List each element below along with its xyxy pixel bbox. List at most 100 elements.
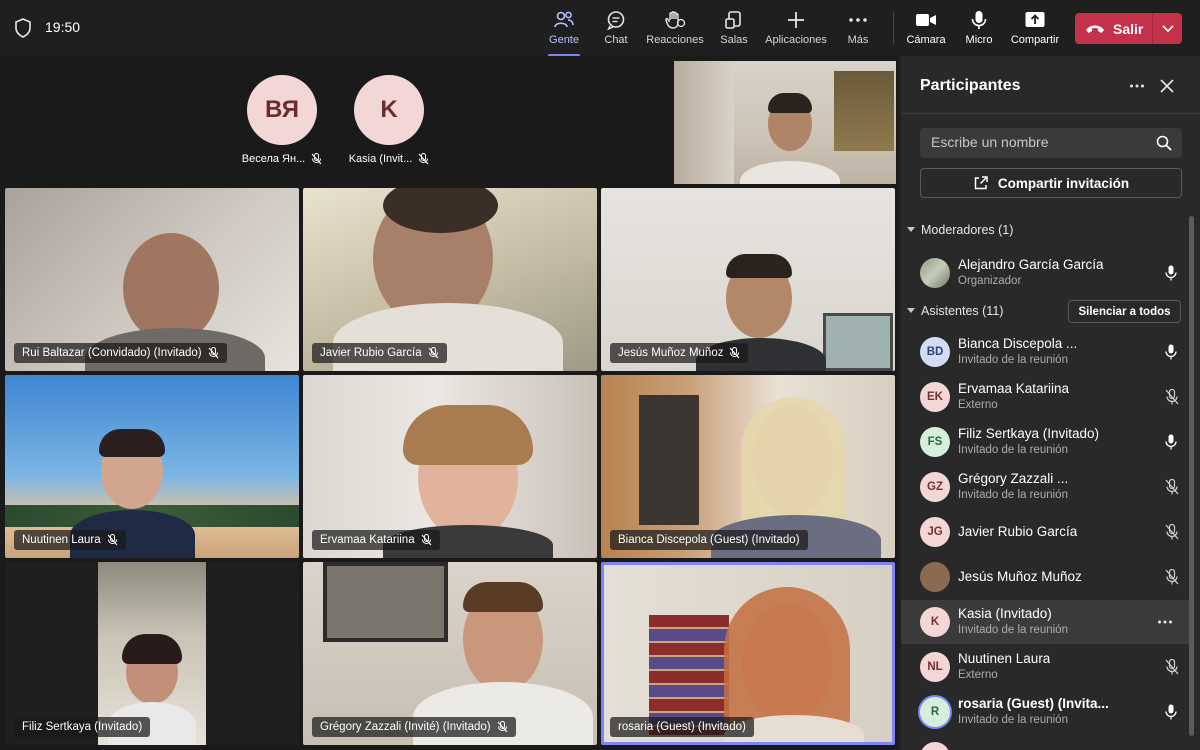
participant-name: Kasia (Invitado) [958,606,1052,621]
video-tile-active-speaker[interactable]: rosaria (Guest) (Invitado) [601,562,895,745]
video-tile[interactable]: Rui Baltazar (Convidado) (Invitado) [5,188,299,371]
participant-label: Jesús Muñoz Muñoz [610,343,749,363]
participant-row[interactable]: GZ Grégory Zazzali ... Invitado de la reun… [901,465,1190,509]
participant-name: Alejandro García García [958,257,1104,272]
reactions-button[interactable]: Reacciones [646,6,704,54]
avatar: R [920,697,950,727]
participant-name: Jesús Muñoz Muñoz [618,347,724,359]
mic-off-icon[interactable] [1165,524,1179,540]
video-tile[interactable]: Grégory Zazzali (Invité) (Invitado) [303,562,597,745]
share-screen-button[interactable]: Compartir [1009,6,1061,54]
rooms-icon [725,11,741,29]
participant-role: Externo [958,669,998,681]
mic-off-icon [428,347,439,359]
participant-role: Invitado de la reunión [958,714,1068,726]
participant-row[interactable]: NL Nuutinen Laura Externo [901,645,1190,689]
mic-off-icon [311,153,322,165]
avatar: NL [920,652,950,682]
video-tile[interactable]: Nuutinen Laura [5,375,299,558]
participant-name: Kasia (Invit... [348,153,413,165]
attendees-section-toggle[interactable]: Asistentes (11) [907,304,1003,318]
audio-participant[interactable]: K Kasia (Invit... [344,75,434,165]
leave-options-button[interactable] [1153,13,1182,44]
more-options-icon[interactable] [1157,614,1173,630]
participant-name: Filiz Sertkaya (Invitado) [22,721,143,733]
caret-down-icon [907,308,915,313]
participant-role: Externo [958,399,998,411]
background-map [823,313,893,371]
leave-button[interactable]: Salir [1075,13,1152,44]
chevron-down-icon [1161,24,1174,32]
participant-label: Bianca Discepola (Guest) (Invitado) [610,530,808,550]
video-tile[interactable]: Filiz Sertkaya (Invitado) [5,562,299,745]
participant-label: Filiz Sertkaya (Invitado) [14,717,151,737]
scrollbar[interactable] [1189,216,1194,736]
video-stage: ВЯ Весела Ян... K Kasia (Invit... Rui Ba… [0,56,898,750]
participant-row[interactable]: BD Bianca Discepola ... Invitado de la reu… [901,330,1190,374]
participant-name: Javier Rubio García [958,524,1078,539]
self-view-video[interactable] [674,61,896,184]
participant-name: Bianca Discepola ... [958,336,1078,351]
participant-name: Jesús Muñoz Muñoz [958,569,1082,584]
mic-off-icon[interactable] [1165,659,1179,675]
reactions-label: Reacciones [646,34,704,46]
mic-icon[interactable] [1165,704,1177,720]
participant-row[interactable]: FS Filiz Sertkaya (Invitado) Invitado de l… [901,420,1190,464]
background-picture [834,71,894,151]
caret-down-icon [907,227,915,232]
person-hair [463,582,543,612]
people-label: Gente [549,34,579,46]
avatar: BD [920,337,950,367]
avatar: ВЯ [247,75,317,145]
apps-button[interactable]: Aplicaciones [764,6,828,54]
person-body [740,161,840,184]
mute-all-button[interactable]: Silenciar a todos [1068,300,1181,323]
video-tile[interactable]: Ervamaa Katariina [303,375,597,558]
camera-button[interactable]: Cámara [906,6,946,54]
mic-icon[interactable] [1165,344,1177,360]
participant-row[interactable]: Jesús Muñoz Muñoz [901,555,1190,599]
participant-label: Grégory Zazzali (Invité) (Invitado) [312,717,516,737]
avatar: GZ [920,472,950,502]
shield-icon [15,18,31,38]
close-icon[interactable] [1159,78,1175,94]
video-tile[interactable]: Javier Rubio García [303,188,597,371]
video-tile[interactable]: Bianca Discepola (Guest) (Invitado) [601,375,895,558]
search-input[interactable] [931,134,1151,150]
avatar [920,742,950,750]
chat-button[interactable]: Chat [602,6,630,54]
share-invite-label: Compartir invitación [997,175,1130,191]
participant-row[interactable]: Alejandro García García Organizador [901,251,1190,295]
more-options-icon[interactable] [1129,78,1145,94]
participant-row[interactable]: JG Javier Rubio García [901,510,1190,554]
participant-row[interactable]: Rui Baltazar (Convidado) (In... [901,735,1190,750]
mic-icon[interactable] [1165,434,1177,450]
people-button[interactable]: Gente [548,6,580,57]
mic-off-icon[interactable] [1165,569,1179,585]
reactions-icon [665,11,686,29]
participant-row[interactable]: EK Ervamaa Katariina Externo [901,375,1190,419]
person-hair [726,254,792,278]
mic-off-icon[interactable] [1165,389,1179,405]
participant-name: Весела Ян... [241,153,306,165]
mic-icon[interactable] [1165,265,1177,281]
moderators-section-toggle[interactable]: Moderadores (1) [907,223,1013,237]
more-icon [849,18,867,22]
mic-off-icon [208,347,219,359]
participant-name: Ervamaa Katariina [320,534,415,546]
more-button[interactable]: Más [845,6,871,54]
share-invite-button[interactable]: Compartir invitación [920,168,1182,198]
mic-off-icon [730,347,740,359]
audio-participant[interactable]: ВЯ Весела Ян... [237,75,327,165]
apps-label: Aplicaciones [765,34,827,46]
leave-control: Salir [1075,13,1182,44]
participant-row[interactable]: Rrosaria (Guest) (Invita... Invitado de l… [901,690,1190,734]
video-tile[interactable]: Jesús Muñoz Muñoz [601,188,895,371]
rooms-button[interactable]: Salas [719,6,749,54]
mic-button[interactable]: Micro [964,6,994,54]
avatar: FS [920,427,950,457]
participant-row[interactable]: K Kasia (Invitado) Invitado de la reunión [901,600,1190,644]
mic-off-icon[interactable] [1165,479,1179,495]
mic-off-icon [107,534,118,546]
participant-label: Javier Rubio García [312,343,447,363]
